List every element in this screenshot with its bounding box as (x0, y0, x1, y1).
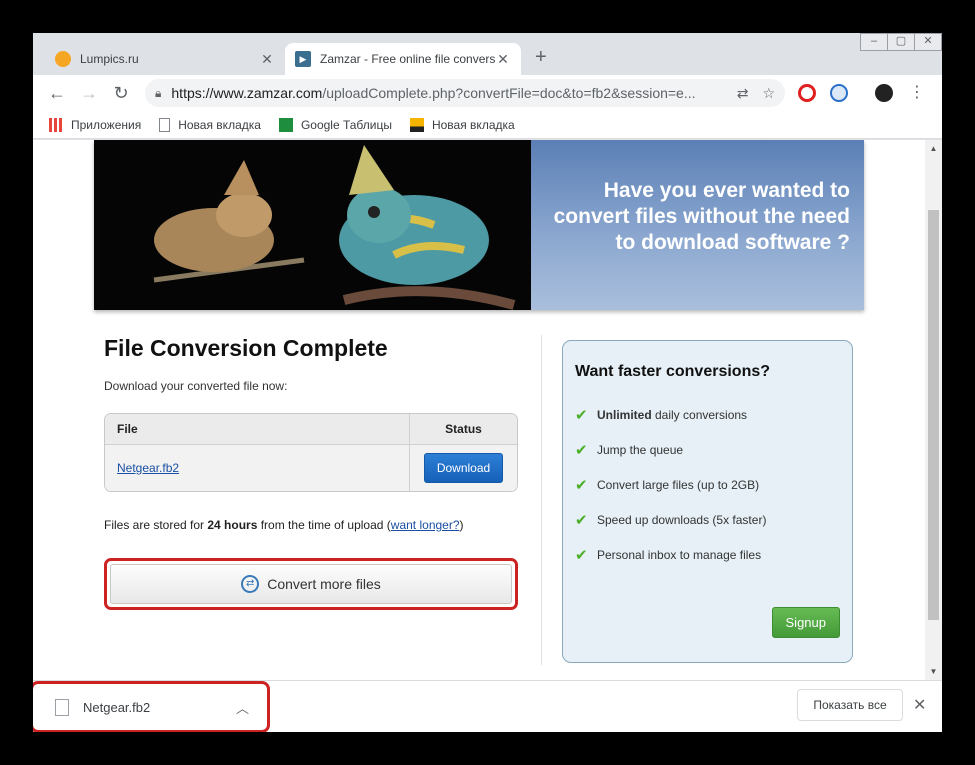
list-item: ✔ Jump the queue (575, 432, 840, 467)
storage-text: from the time of upload ( (257, 518, 391, 532)
bookmark-label: Новая вкладка (431, 117, 515, 132)
bookmark-new-tab-2[interactable]: Новая вкладка (409, 117, 515, 132)
status-cell: Download (410, 445, 517, 491)
checkmark-icon: ✔ (575, 546, 588, 564)
promo-box: Want faster conversions? ✔ Unlimited dail… (562, 340, 853, 663)
file-icon (55, 698, 69, 716)
signup-button[interactable]: Signup (771, 607, 840, 638)
show-all-button[interactable]: Показать все (797, 689, 903, 721)
bookmark-apps[interactable]: Приложения (49, 117, 142, 132)
bookmark-google-sheets[interactable]: Google Таблицы (278, 117, 392, 132)
zamzar-favicon-icon: ▶ (295, 51, 311, 67)
bookmark-label: Google Таблицы (300, 117, 392, 132)
promo-item-text: Unlimited daily conversions (597, 407, 748, 422)
tab-lumpics[interactable]: Lumpics.ru ✕ (45, 43, 285, 75)
download-item[interactable]: Netgear.fb2 ︿ (33, 681, 270, 732)
chevron-up-icon[interactable]: ︿ (236, 698, 249, 717)
page-icon (159, 117, 171, 132)
tab-close-icon[interactable]: ✕ (495, 51, 511, 68)
new-tab-icon[interactable]: + (535, 47, 547, 67)
address-bar[interactable]: 🔒︎ https://www.zamzar.com/uploadComplete… (145, 79, 785, 107)
translate-icon[interactable]: ⇄ (737, 85, 749, 102)
toolbar: ← → ↻ 🔒︎ https://www.zamzar.com/uploadCo… (33, 75, 942, 111)
list-item: ✔ Unlimited daily conversions (575, 397, 840, 432)
image-icon (409, 117, 424, 132)
storage-notice: Files are stored for 24 hours from the t… (104, 518, 519, 532)
column-status-header: Status (445, 422, 482, 436)
download-button[interactable]: Download (423, 453, 504, 483)
url-text[interactable]: https://www.zamzar.com/uploadComplete.ph… (171, 85, 722, 101)
banner-pitch: Have you ever wanted to convert files wi… (531, 140, 864, 310)
promo-title: Want faster conversions? (575, 363, 771, 380)
lock-icon[interactable]: 🔒︎ (155, 86, 161, 101)
lumpics-favicon-icon (55, 51, 71, 67)
chameleon-photo (94, 140, 531, 310)
file-cell: Netgear.fb2 (105, 445, 410, 491)
download-shelf: Netgear.fb2 ︿ Показать все ✕ (33, 680, 942, 732)
table-header: File Status (105, 414, 517, 445)
browser-window: Lumpics.ru ✕ ▶ Zamzar - Free online file… (33, 33, 942, 732)
convert-more-label: Convert more files (267, 576, 381, 592)
conversion-panel: File Conversion Complete Download your c… (104, 335, 519, 532)
menu-icon[interactable]: ⋮ (901, 82, 933, 102)
column-file-header: File (105, 414, 410, 444)
tab-strip: Lumpics.ru ✕ ▶ Zamzar - Free online file… (33, 33, 942, 75)
want-longer-link[interactable]: want longer? (391, 518, 460, 532)
page-title: File Conversion Complete (104, 335, 388, 361)
storage-duration: 24 hours (207, 518, 258, 532)
checkmark-icon: ✔ (575, 406, 588, 424)
scrollbar-thumb[interactable] (928, 210, 939, 620)
download-file-name: Netgear.fb2 (83, 699, 151, 715)
promo-item-text: Speed up downloads (5x faster) (597, 512, 767, 527)
file-link[interactable]: Netgear.fb2 (117, 461, 179, 475)
tab-title: Zamzar - Free online file convers (320, 52, 495, 66)
promo-item-text: Jump the queue (597, 442, 684, 457)
table-row: Netgear.fb2 Download (105, 445, 517, 491)
banner-headline: Have you ever wanted to convert files wi… (553, 179, 850, 254)
download-instructions: Download your converted file now: (104, 379, 288, 393)
vpn-extension-icon[interactable] (830, 84, 848, 102)
opera-extension-icon[interactable] (798, 84, 816, 102)
maximize-icon[interactable]: ▢ (887, 33, 915, 51)
list-item: ✔ Convert large files (up to 2GB) (575, 467, 840, 502)
avatar[interactable] (875, 84, 893, 102)
scroll-up-icon[interactable]: ▲ (925, 144, 942, 153)
checkmark-icon: ✔ (575, 441, 588, 459)
hero-banner: Have you ever wanted to convert files wi… (94, 140, 864, 310)
convert-more-highlight: ⇄ Convert more files (104, 558, 518, 610)
bookmark-label: Приложения (71, 117, 142, 132)
bookmarks-bar: Приложения Новая вкладка Google Таблицы … (33, 111, 942, 139)
storage-text: Files are stored for (104, 518, 208, 532)
tab-title: Lumpics.ru (80, 52, 139, 66)
close-window-icon[interactable]: ✕ (914, 33, 942, 51)
bookmark-label: Новая вкладка (178, 117, 261, 132)
scrollbar[interactable]: ▲ ▼ (925, 140, 942, 680)
minimize-icon[interactable]: – (860, 33, 888, 51)
checkmark-icon: ✔ (575, 511, 588, 529)
scroll-down-icon[interactable]: ▼ (925, 667, 942, 676)
forward-icon[interactable]: → (73, 83, 105, 104)
checkmark-icon: ✔ (575, 476, 588, 494)
list-item: ✔ Personal inbox to manage files (575, 537, 840, 572)
promo-list: ✔ Unlimited daily conversions ✔ Jump the q… (575, 397, 840, 572)
close-shelf-icon[interactable]: ✕ (913, 695, 926, 715)
list-item: ✔ Speed up downloads (5x faster) (575, 502, 840, 537)
promo-item-text: Convert large files (up to 2GB) (597, 477, 760, 492)
window-controls: – ▢ ✕ (860, 33, 942, 51)
convert-more-button[interactable]: ⇄ Convert more files (110, 564, 512, 604)
reload-icon[interactable]: ↻ (105, 83, 137, 104)
page-content: Have you ever wanted to convert files wi… (33, 140, 942, 680)
back-icon[interactable]: ← (41, 83, 73, 104)
bookmark-star-icon[interactable]: ☆ (762, 85, 775, 102)
bookmark-new-tab[interactable]: Новая вкладка (159, 117, 261, 132)
storage-text: ) (459, 518, 464, 532)
promo-item-text: Personal inbox to manage files (597, 547, 762, 562)
file-table: File Status Netgear.fb2 Download (104, 413, 518, 492)
tab-close-icon[interactable]: ✕ (259, 51, 275, 68)
refresh-icon: ⇄ (241, 575, 260, 593)
sheets-icon (278, 117, 293, 132)
tab-zamzar[interactable]: ▶ Zamzar - Free online file convers ✕ (285, 43, 521, 75)
column-divider (541, 335, 542, 665)
apps-grid-icon (49, 117, 63, 132)
